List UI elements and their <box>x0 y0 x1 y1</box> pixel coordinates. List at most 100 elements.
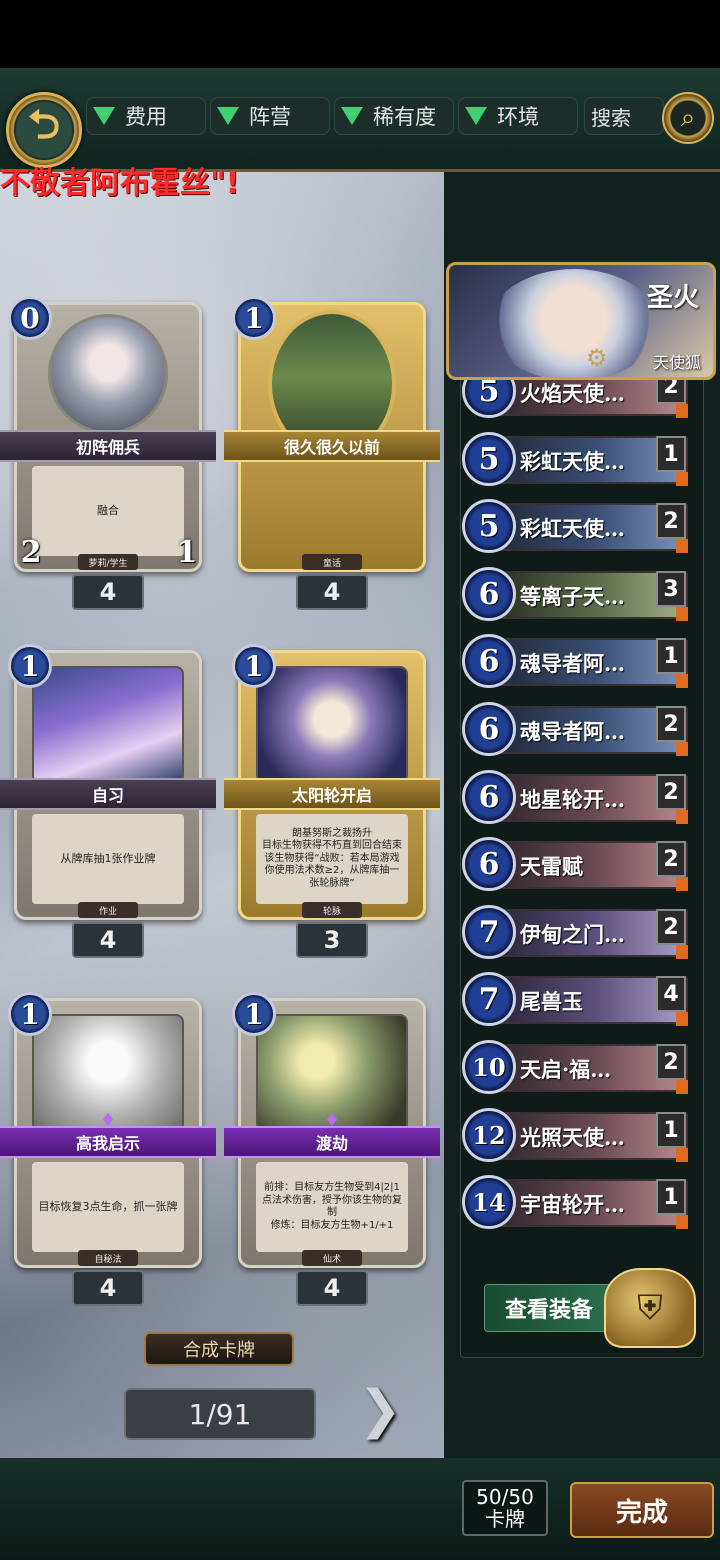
deck-item-name: 地星轮开… <box>520 787 625 812</box>
helmet-icon[interactable]: ⛨ <box>604 1268 696 1348</box>
scrolling-banner: 不敬者阿布霍丝"! <box>0 166 240 201</box>
deck-item-marker <box>676 742 688 756</box>
filter-rarity[interactable]: 稀有度 <box>334 97 454 135</box>
deck-list-item[interactable]: 10 天启·福… 2 <box>462 1040 688 1096</box>
craft-cards-button[interactable]: 合成卡牌 <box>144 1332 294 1366</box>
search-input[interactable]: 搜索 <box>584 97 664 135</box>
deck-item-name: 魂导者阿… <box>520 651 625 676</box>
card-art <box>32 666 184 784</box>
deck-item-cost: 6 <box>462 837 516 891</box>
deck-item-cost: 6 <box>462 770 516 824</box>
deck-list-item[interactable]: 7 尾兽玉 4 <box>462 972 688 1028</box>
leader-portrait <box>489 269 659 377</box>
card-name: 太阳轮开启 <box>224 778 440 810</box>
deck-list-item[interactable]: 14 宇宙轮开… 1 <box>462 1175 688 1231</box>
done-button[interactable]: 完成 <box>570 1482 714 1538</box>
deck-list-item[interactable]: 6 魂导者阿… 2 <box>462 702 688 758</box>
deck-leader[interactable]: 圣火 天使狐 <box>446 262 716 380</box>
deck-item-count: 2 <box>656 503 686 539</box>
dropdown-triangle-icon <box>217 107 239 125</box>
deck-item-marker <box>676 1080 688 1094</box>
deck-list-item[interactable]: 5 彩虹天使… 2 <box>462 499 688 555</box>
filter-faction-label: 阵营 <box>249 105 291 129</box>
deck-item-cost: 5 <box>462 432 516 486</box>
card-text: 朗基努斯之裁扬升 目标生物获得不朽直到回合结束 该生物获得“战败：若本局游戏你使… <box>256 814 408 904</box>
card-name: 初阵佣兵 <box>0 430 216 462</box>
card-count: 4 <box>72 922 144 958</box>
filter-cost-label: 费用 <box>125 105 167 129</box>
deck-item-name: 伊甸之门… <box>520 922 625 947</box>
cost-gem: 1 <box>8 992 52 1036</box>
card-slot[interactable]: 太阳轮开启 朗基努斯之裁扬升 目标生物获得不朽直到回合结束 该生物获得“战败：若… <box>224 644 440 958</box>
deck-item-cost: 7 <box>462 972 516 1026</box>
filter-environment-label: 环境 <box>497 105 539 129</box>
deck-list-item[interactable]: 6 魂导者阿… 1 <box>462 634 688 690</box>
card-count: 4 <box>72 1270 144 1306</box>
filter-cost[interactable]: 费用 <box>86 97 206 135</box>
deck-item-count: 1 <box>656 1112 686 1148</box>
card-slot[interactable]: 很久很久以前 童话 1 4 <box>224 296 440 610</box>
dropdown-triangle-icon <box>93 107 115 125</box>
card-count: 4 <box>296 1270 368 1306</box>
deck-list-item[interactable]: 5 彩虹天使… 1 <box>462 432 688 488</box>
magnifier-icon[interactable]: ⌕ <box>662 92 714 144</box>
leader-title: 圣火 <box>646 283 699 313</box>
card-count: 4 <box>72 574 144 610</box>
deck-item-count: 2 <box>656 841 686 877</box>
deck-count-value: 50/50 <box>476 1485 534 1509</box>
card-art <box>256 666 408 784</box>
deck-item-marker <box>676 1215 688 1229</box>
back-button[interactable]: ⮌ <box>6 92 82 168</box>
gear-icon[interactable]: ⚙ <box>586 344 608 372</box>
next-page-arrow-icon[interactable]: ❯ <box>350 1374 410 1446</box>
deck-item-cost: 6 <box>462 634 516 688</box>
cost-gem: 0 <box>8 296 52 340</box>
filter-environment[interactable]: 环境 <box>458 97 578 135</box>
deck-item-marker <box>676 877 688 891</box>
card-tag: 仙术 <box>302 1250 362 1266</box>
card-slot[interactable]: 自习 从牌库抽1张作业牌 作业 1 4 <box>0 644 216 958</box>
deck-item-name: 天雷赋 <box>520 854 583 879</box>
deck-item-cost: 12 <box>462 1108 516 1162</box>
card-text: 从牌库抽1张作业牌 <box>32 814 184 904</box>
attack-stat: 2 <box>20 534 42 570</box>
deck-item-name: 魂导者阿… <box>520 719 625 744</box>
deck-item-count: 2 <box>656 1044 686 1080</box>
back-arrow-icon: ⮌ <box>27 102 61 148</box>
card-tag: 轮脉 <box>302 902 362 918</box>
card-slot[interactable]: 初阵佣兵 融合 萝莉/学生 0 2 1 4 <box>0 296 216 610</box>
deck-list-item[interactable]: 6 等离子天… 3 <box>462 567 688 623</box>
cost-gem: 1 <box>232 644 276 688</box>
card-count: 3 <box>296 922 368 958</box>
deck-item-count: 4 <box>656 976 686 1012</box>
deck-item-cost: 14 <box>462 1175 516 1229</box>
card-slot[interactable]: ♦ 渡劫 前排：目标友方生物受到4|2|1点法术伤害，授予你该生物的复制 修炼：… <box>224 992 440 1306</box>
card-tag: 作业 <box>78 902 138 918</box>
card-slot[interactable]: ♦ 高我启示 目标恢复3点生命，抓一张牌 自秘法 1 4 <box>0 992 216 1306</box>
deck-list-item[interactable]: 6 地星轮开… 2 <box>462 770 688 826</box>
deck-item-marker <box>676 607 688 621</box>
filter-rarity-label: 稀有度 <box>373 105 436 129</box>
cost-gem: 1 <box>8 644 52 688</box>
deck-list-item[interactable]: 7 伊甸之门… 2 <box>462 905 688 961</box>
card-name: 高我启示 <box>0 1126 216 1158</box>
deck-list-item[interactable]: 12 光照天使… 1 <box>462 1108 688 1164</box>
cost-gem: 1 <box>232 296 276 340</box>
deck-item-marker <box>676 810 688 824</box>
deck-item-name: 彩虹天使… <box>520 516 625 541</box>
deck-item-cost: 5 <box>462 499 516 553</box>
deck-item-marker <box>676 1148 688 1162</box>
deck-item-count: 3 <box>656 571 686 607</box>
deck-item-count: 2 <box>656 909 686 945</box>
health-stat: 1 <box>176 534 198 570</box>
deck-item-cost: 10 <box>462 1040 516 1094</box>
deck-item-count: 2 <box>656 774 686 810</box>
filter-faction[interactable]: 阵营 <box>210 97 330 135</box>
deck-item-count: 2 <box>656 706 686 742</box>
deck-item-count: 1 <box>656 1179 686 1215</box>
deck-list-item[interactable]: 6 天雷赋 2 <box>462 837 688 893</box>
deck-item-cost: 7 <box>462 905 516 959</box>
page-indicator: 1/91 <box>124 1388 316 1440</box>
leader-subtitle: 天使狐 <box>652 353 701 372</box>
dropdown-triangle-icon <box>465 107 487 125</box>
